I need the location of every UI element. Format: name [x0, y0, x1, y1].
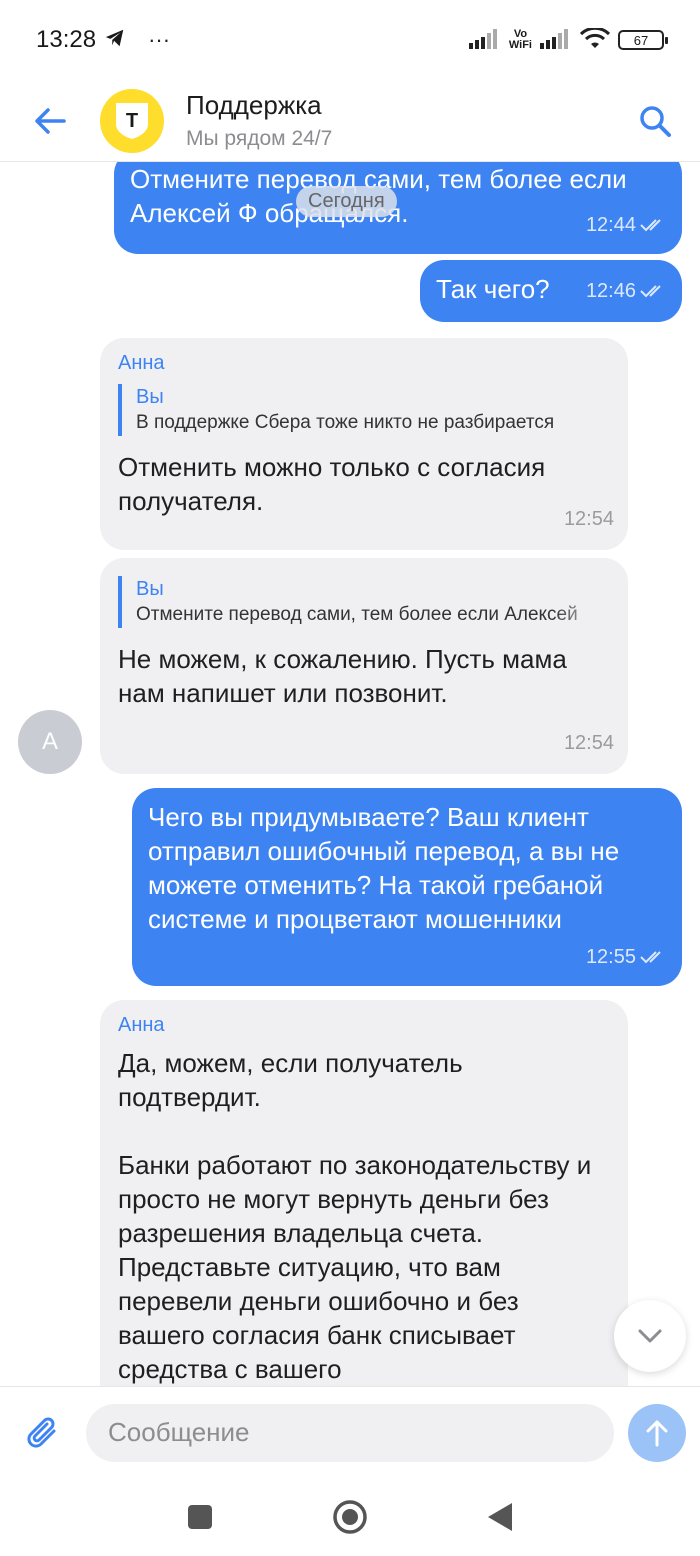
vowifi-label: Vo WiFi [508, 28, 532, 51]
attach-button[interactable] [0, 1387, 86, 1479]
message-time: 12:54 [563, 508, 614, 530]
signal-icon-2 [540, 28, 572, 52]
message-time: 12:46 [585, 280, 636, 302]
message-outgoing[interactable]: Отмените перевод сами, тем более если Ал… [114, 162, 682, 254]
signal-icon [468, 28, 501, 52]
reply-quote[interactable]: Вы Отмените перевод сами, тем более если… [118, 576, 610, 628]
quote-text: Отмените перевод сами, тем более если Ал… [136, 604, 578, 625]
message-sender: Анна [118, 1014, 165, 1036]
quote-author: Вы [136, 578, 164, 600]
circle-icon [333, 1500, 367, 1534]
message-incoming[interactable]: Анна Да, можем, если получатель подтверд… [100, 1000, 628, 1386]
arrow-up-icon [646, 1420, 668, 1446]
message-outgoing[interactable]: Так чего? 12:46 [420, 260, 682, 322]
chevron-down-icon [638, 1329, 662, 1343]
double-check-icon [640, 219, 661, 232]
message-composer [0, 1386, 700, 1478]
message-time: 12:55 [585, 946, 636, 968]
home-button[interactable] [330, 1497, 370, 1537]
wifi-icon [579, 26, 611, 53]
paperclip-icon [27, 1417, 56, 1448]
chat-subtitle: Мы рядом 24/7 [186, 127, 333, 150]
message-time: 12:54 [563, 732, 614, 754]
system-nav-bar [0, 1478, 700, 1556]
square-icon [188, 1505, 212, 1529]
quote-author: Вы [136, 386, 164, 408]
logo-letter: Т [126, 110, 138, 132]
search-icon [640, 105, 671, 137]
search-button[interactable] [610, 80, 700, 162]
back-button[interactable] [0, 80, 100, 162]
recent-apps-button[interactable] [180, 1497, 220, 1537]
message-text: Да, можем, если получатель подтвердит. Б… [118, 1048, 592, 1384]
message-text: Чего вы придумываете? Ваш клиент отправи… [148, 802, 620, 934]
arrow-left-icon [35, 107, 66, 134]
more-notifications-icon: ··· [148, 27, 171, 52]
message-text: Не можем, к сожалению. Пусть мама нам на… [118, 644, 567, 708]
reply-quote[interactable]: Вы В поддержке Сбера тоже никто не разби… [118, 384, 610, 436]
bank-logo-icon: Т [116, 102, 148, 139]
message-incoming[interactable]: Анна Вы В поддержке Сбера тоже никто не … [100, 338, 628, 550]
scroll-down-button[interactable] [614, 1300, 686, 1372]
support-avatar[interactable]: Т [100, 88, 164, 153]
sender-avatar[interactable]: А [18, 710, 82, 774]
status-time: 13:28 [36, 26, 97, 53]
message-outgoing[interactable]: Чего вы придумываете? Ваш клиент отправи… [132, 788, 682, 986]
send-button[interactable] [628, 1403, 686, 1462]
status-bar: 13:28 ··· Vo WiFi 67 [0, 0, 700, 80]
message-input[interactable] [86, 1403, 614, 1462]
date-divider: Сегодня [296, 186, 397, 217]
triangle-back-icon [488, 1503, 512, 1531]
chat-title: Поддержка [186, 90, 322, 120]
battery-icon: 67 [618, 30, 668, 50]
message-incoming[interactable]: Вы Отмените перевод сами, тем более если… [100, 558, 628, 774]
double-check-icon [640, 951, 661, 964]
double-check-icon [640, 285, 661, 298]
chat-header: Т Поддержка Мы рядом 24/7 [0, 80, 700, 162]
chat-area[interactable]: Отмените перевод сами, тем более если Ал… [0, 162, 700, 1386]
quote-text: В поддержке Сбера тоже никто не разбирае… [136, 412, 555, 433]
message-text: Отменить можно только с согласия получат… [118, 452, 546, 516]
telegram-icon [104, 27, 126, 54]
back-nav-button[interactable] [480, 1497, 520, 1537]
message-sender: Анна [118, 352, 165, 374]
message-time: 12:44 [585, 214, 636, 236]
